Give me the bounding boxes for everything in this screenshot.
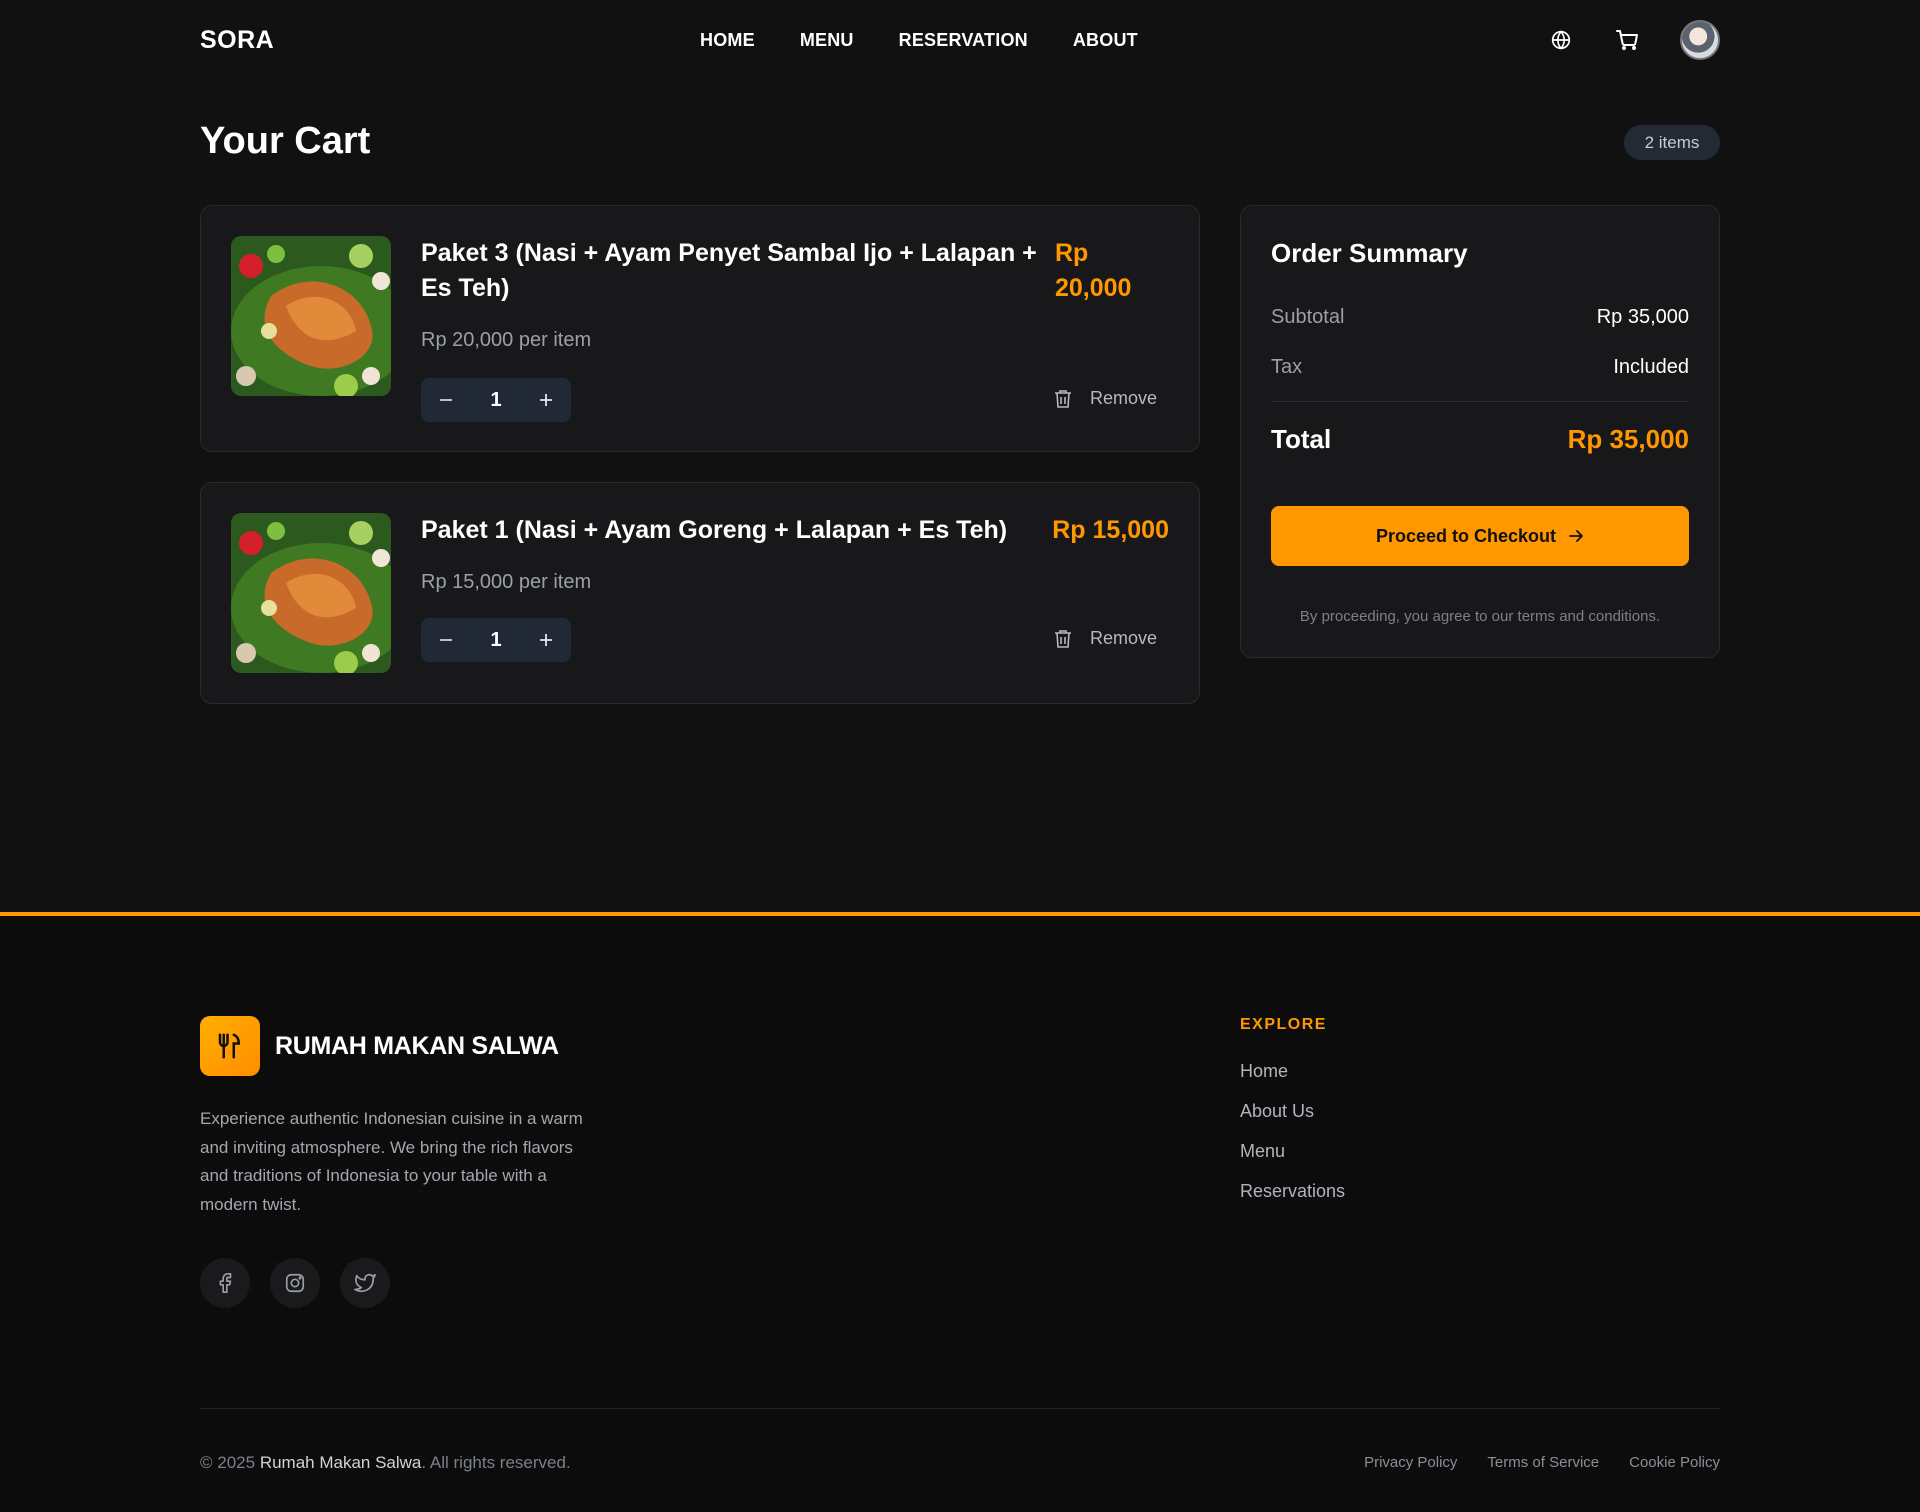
summary-title: Order Summary — [1271, 238, 1468, 268]
item-count-badge: 2 items — [1624, 125, 1720, 160]
instagram-icon[interactable] — [270, 1258, 320, 1308]
cart-item: Paket 1 (Nasi + Ayam Goreng + Lalapan + … — [200, 482, 1200, 704]
subtotal-row: Subtotal Rp 35,000 — [1271, 306, 1689, 329]
page-title: Your Cart — [200, 120, 371, 162]
nav-about[interactable]: ABOUT — [1073, 30, 1138, 51]
social-links — [200, 1258, 390, 1308]
nav-menu[interactable]: MENU — [800, 30, 854, 51]
food-image — [231, 236, 391, 396]
remove-button[interactable]: Remove — [1054, 388, 1157, 409]
remove-label: Remove — [1089, 628, 1157, 648]
footer-link-menu[interactable]: Menu — [1240, 1141, 1345, 1181]
nav-home[interactable]: HOME — [700, 30, 755, 51]
footer-link-reservations[interactable]: Reservations — [1240, 1181, 1345, 1221]
tax-label: Tax — [1271, 356, 1303, 378]
copyright-suffix: . All rights reserved. — [421, 1453, 571, 1472]
subtotal-value: Rp 35,000 — [1596, 306, 1689, 328]
item-price: Rp 20,000 — [1055, 239, 1132, 302]
item-price: Rp 15,000 — [1052, 516, 1169, 544]
copyright-prefix: © 2025 — [200, 1453, 256, 1472]
top-navbar: SORA HOME MENU RESERVATION ABOUT — [200, 0, 1720, 80]
minus-icon — [440, 639, 452, 641]
quantity-stepper: 1 — [421, 618, 571, 662]
cart-item: Paket 3 (Nasi + Ayam Penyet Sambal Ijo +… — [200, 205, 1200, 452]
plus-icon — [540, 394, 552, 406]
cookie-policy-link[interactable]: Cookie Policy — [1629, 1454, 1720, 1471]
explore-heading: EXPLORE — [1240, 1016, 1327, 1033]
checkout-label: Proceed to Checkout — [1375, 525, 1557, 546]
total-row: Total Rp 35,000 — [1271, 424, 1689, 455]
footer-description: Experience authentic Indonesian cuisine … — [200, 1109, 583, 1214]
cart-icon[interactable] — [1614, 27, 1640, 53]
total-label: Total — [1271, 424, 1332, 454]
legal-links: Privacy Policy Terms of Service Cookie P… — [1364, 1454, 1720, 1471]
food-image — [231, 513, 391, 673]
user-avatar[interactable] — [1680, 20, 1720, 60]
copyright-name: Rumah Makan Salwa — [259, 1453, 422, 1472]
footer-link-home[interactable]: Home — [1240, 1061, 1345, 1101]
tax-row: Tax Included — [1271, 356, 1689, 379]
item-name: Paket 1 (Nasi + Ayam Goreng + Lalapan + … — [421, 516, 1008, 544]
copyright: © 2025 Rumah Makan Salwa. All rights res… — [200, 1453, 571, 1473]
remove-label: Remove — [1089, 388, 1157, 408]
minus-icon — [440, 399, 452, 401]
terms-of-service-link[interactable]: Terms of Service — [1487, 1454, 1599, 1471]
trash-icon — [1054, 629, 1071, 648]
decrement-button[interactable] — [431, 385, 461, 415]
facebook-icon[interactable] — [200, 1258, 250, 1308]
utensils-icon — [200, 1016, 260, 1076]
nav-actions — [1548, 20, 1720, 60]
increment-button[interactable] — [531, 625, 561, 655]
globe-icon[interactable] — [1548, 27, 1574, 53]
quantity-value: 1 — [490, 628, 502, 651]
subtotal-label: Subtotal — [1271, 306, 1345, 328]
brand-logo[interactable]: SORA — [200, 26, 274, 55]
twitter-icon[interactable] — [340, 1258, 390, 1308]
plus-icon — [540, 634, 552, 646]
nav-reservation[interactable]: RESERVATION — [899, 30, 1028, 51]
footer-divider — [200, 1408, 1720, 1409]
trash-icon — [1054, 389, 1071, 408]
main-nav: HOME MENU RESERVATION ABOUT — [700, 30, 1138, 51]
unit-price: Rp 20,000 per item — [421, 329, 592, 351]
item-name: Paket 3 (Nasi + Ayam Penyet Sambal Ijo +… — [421, 239, 1037, 302]
checkout-button[interactable]: Proceed to Checkout — [1271, 506, 1689, 566]
remove-button[interactable]: Remove — [1054, 628, 1157, 649]
quantity-value: 1 — [490, 388, 502, 411]
terms-note: By proceeding, you agree to our terms an… — [1299, 608, 1661, 625]
privacy-policy-link[interactable]: Privacy Policy — [1364, 1454, 1457, 1471]
total-value: Rp 35,000 — [1567, 424, 1689, 454]
site-footer: RUMAH MAKAN SALWA Experience authentic I… — [0, 912, 1920, 1512]
arrow-right-icon — [1569, 530, 1583, 542]
footer-brand: RUMAH MAKAN SALWA — [275, 1032, 559, 1060]
explore-links: Home About Us Menu Reservations — [1240, 1061, 1345, 1221]
footer-link-about[interactable]: About Us — [1240, 1101, 1345, 1141]
quantity-stepper: 1 — [421, 378, 571, 422]
tax-value: Included — [1613, 356, 1689, 378]
increment-button[interactable] — [531, 385, 561, 415]
decrement-button[interactable] — [431, 625, 461, 655]
unit-price: Rp 15,000 per item — [421, 571, 592, 593]
order-summary: Order Summary Subtotal Rp 35,000 Tax Inc… — [1240, 205, 1720, 658]
summary-divider — [1271, 401, 1689, 402]
